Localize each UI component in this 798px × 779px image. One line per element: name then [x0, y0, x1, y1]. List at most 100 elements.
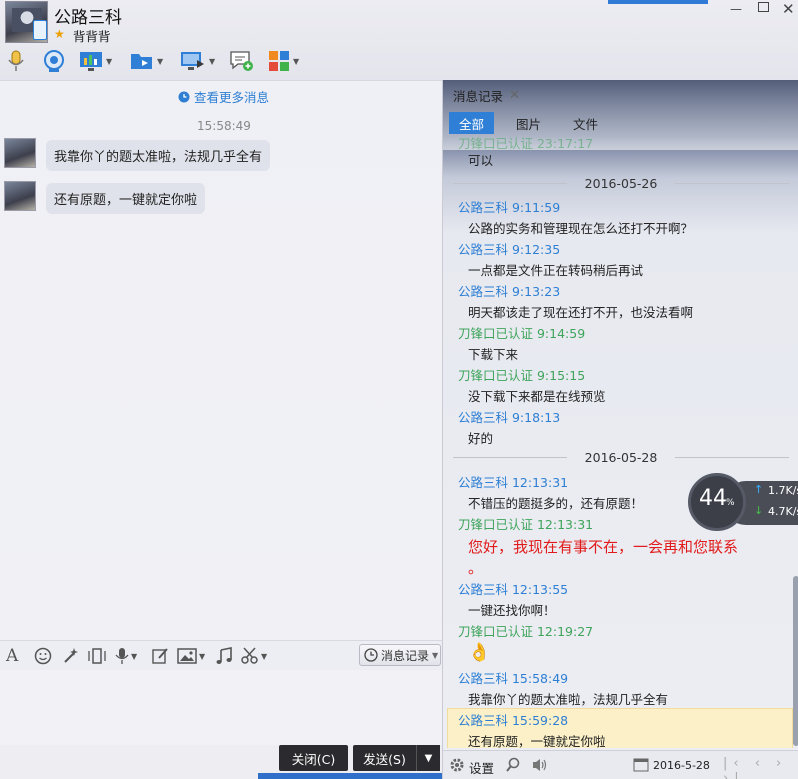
chevron-down-icon[interactable]: ▼: [432, 651, 438, 660]
smiley-icon: [34, 647, 52, 665]
screenshot-button[interactable]: ▼: [241, 646, 267, 666]
font-icon: A: [6, 646, 19, 666]
message-history-button[interactable]: 消息记录 ▼: [359, 644, 441, 666]
chat-message: 还有原题，一键就定你啦: [4, 181, 206, 214]
upload-arrow-icon: ↑: [754, 483, 764, 496]
taskbar-strip: [258, 773, 444, 779]
auto-reply-message[interactable]: 您好，我现在有事不在，一会再和您联系: [468, 536, 798, 557]
chat-messages-area[interactable]: 查看更多消息 15:58:49 我靠你丫的题太准啦，法规几乎全有 还有原题，一键…: [0, 80, 442, 640]
history-message[interactable]: 公路的实务和管理现在怎么还打不开啊？: [468, 218, 798, 237]
voice-message-button[interactable]: ▼: [115, 646, 137, 666]
speaker-icon[interactable]: [531, 757, 549, 773]
history-message[interactable]: 明天都该走了现在还打不开，也没法看啊: [468, 302, 798, 321]
history-message[interactable]: 一点都是文件正在转码稍后再试: [468, 260, 798, 279]
shake-icon: [88, 648, 106, 664]
history-footer: 设置 2016-5-28 |‹ ‹ › ›|: [443, 750, 798, 779]
scissors-icon: [241, 647, 258, 664]
apps-grid-icon: [269, 51, 289, 71]
music-button[interactable]: [215, 646, 233, 666]
filter-files[interactable]: 文件: [563, 112, 608, 134]
history-date[interactable]: 2016-5-28: [653, 759, 710, 772]
contact-signature: 背背背: [73, 29, 111, 44]
upload-speed: 1.7K/s: [768, 484, 798, 497]
chevron-down-icon[interactable]: ▼: [209, 57, 215, 66]
history-scrollbar[interactable]: [793, 576, 798, 746]
search-icon[interactable]: [505, 757, 521, 773]
history-message[interactable]: 下载下来: [468, 344, 798, 363]
close-window-button[interactable]: ✕: [782, 0, 795, 18]
chevron-down-icon[interactable]: ▼: [261, 652, 267, 661]
message-bubble[interactable]: 我靠你丫的题太准啦，法规几乎全有: [46, 140, 271, 171]
history-message[interactable]: 没下载下来都是在线预览: [468, 386, 798, 405]
history-message[interactable]: 一键还找你啊！: [468, 600, 798, 619]
calendar-icon[interactable]: [633, 757, 649, 772]
maximize-button[interactable]: [758, 2, 769, 12]
view-more-messages-link[interactable]: 查看更多消息: [178, 87, 269, 106]
close-icon[interactable]: ✕: [509, 88, 520, 103]
magic-emoji-button[interactable]: [62, 646, 80, 666]
memory-percent: 44: [699, 486, 727, 511]
magic-wand-icon: [64, 648, 78, 663]
history-sender: 公路三科 9:11:59: [458, 200, 561, 215]
history-message[interactable]: 还有原题，一键就定你啦: [468, 731, 798, 748]
download-arrow-icon: ↓: [754, 504, 764, 517]
video-call-button[interactable]: [43, 48, 65, 74]
monitor-chart-icon: [80, 52, 102, 71]
input-toolbar: A ▼ ▼ ▼ 消息记录 ▼: [0, 640, 442, 670]
screen-share-button[interactable]: ▼: [180, 48, 215, 74]
send-options-button[interactable]: ▼: [416, 745, 440, 771]
sender-avatar[interactable]: [4, 181, 36, 211]
history-log[interactable]: 刀锋口已认证 23:17:17 可以 2016-05-26 公路三科 9:11:59…: [443, 136, 798, 748]
send-image-button[interactable]: ▼: [177, 646, 205, 666]
chevron-down-icon[interactable]: ▼: [293, 57, 299, 66]
microphone-icon: [115, 648, 129, 664]
window-accent-bar: [608, 0, 708, 4]
message-history-label: 消息记录: [381, 648, 430, 663]
voice-call-button[interactable]: [7, 48, 25, 74]
history-tab[interactable]: 消息记录 ✕: [453, 86, 520, 105]
message-input[interactable]: [0, 670, 442, 745]
auto-reply-message-end: 。: [468, 559, 484, 577]
minimize-button[interactable]: —: [730, 2, 742, 16]
chat-message: 我靠你丫的题太准啦，法规几乎全有: [4, 138, 271, 171]
edit-button[interactable]: [151, 646, 169, 666]
separator-line: [675, 457, 789, 458]
history-message[interactable]: 好的: [468, 428, 798, 447]
edit-icon: [152, 648, 168, 664]
message-bubble[interactable]: 还有原题，一键就定你啦: [46, 183, 206, 214]
message-history-panel: 消息记录 ✕ 全部 图片 文件 刀锋口已认证 23:17:17 可以 2016-0…: [442, 80, 798, 779]
history-message[interactable]: 我靠你丫的题太准啦，法规几乎全有: [468, 689, 798, 708]
shake-window-button[interactable]: [87, 646, 107, 666]
network-speed-widget[interactable]: 44 % ↑ 1.7K/s ↓ 4.7K/s: [688, 473, 798, 531]
remote-desktop-button[interactable]: ▼: [79, 48, 112, 74]
screen-share-icon: [181, 52, 204, 70]
create-discussion-button[interactable]: [229, 48, 255, 74]
chevron-down-icon[interactable]: ▼: [131, 652, 137, 661]
chevron-down-icon[interactable]: ▼: [106, 57, 112, 66]
history-pager[interactable]: |‹ ‹ › ›|: [723, 756, 798, 779]
filter-images[interactable]: 图片: [506, 112, 551, 134]
settings-button[interactable]: 设置: [469, 758, 494, 777]
date-separator: 2016-05-26: [453, 176, 789, 191]
image-icon: [177, 648, 197, 664]
send-button[interactable]: 发送(S): [353, 745, 416, 771]
sender-avatar[interactable]: [4, 138, 36, 168]
folder-send-icon: [131, 54, 152, 69]
window-controls: — ✕: [608, 0, 798, 18]
font-button[interactable]: A: [6, 646, 18, 666]
gear-icon[interactable]: [449, 757, 465, 773]
close-button[interactable]: 关闭(C): [279, 745, 348, 771]
chevron-down-icon[interactable]: ▼: [157, 57, 163, 66]
contact-name[interactable]: 公路三科: [54, 3, 122, 28]
emoji-button[interactable]: [34, 646, 52, 666]
separator-line: [453, 457, 567, 458]
history-sender: 公路三科 15:59:28: [458, 713, 569, 728]
history-sender: 公路三科 9:13:23: [458, 284, 561, 299]
apps-button[interactable]: ▼: [268, 48, 299, 74]
percent-sign: %: [726, 498, 735, 508]
send-file-button[interactable]: ▼: [130, 48, 163, 74]
history-message[interactable]: 可以: [468, 150, 798, 169]
chevron-down-icon[interactable]: ▼: [199, 652, 205, 661]
filter-all[interactable]: 全部: [449, 112, 495, 134]
separator-line: [453, 183, 567, 184]
